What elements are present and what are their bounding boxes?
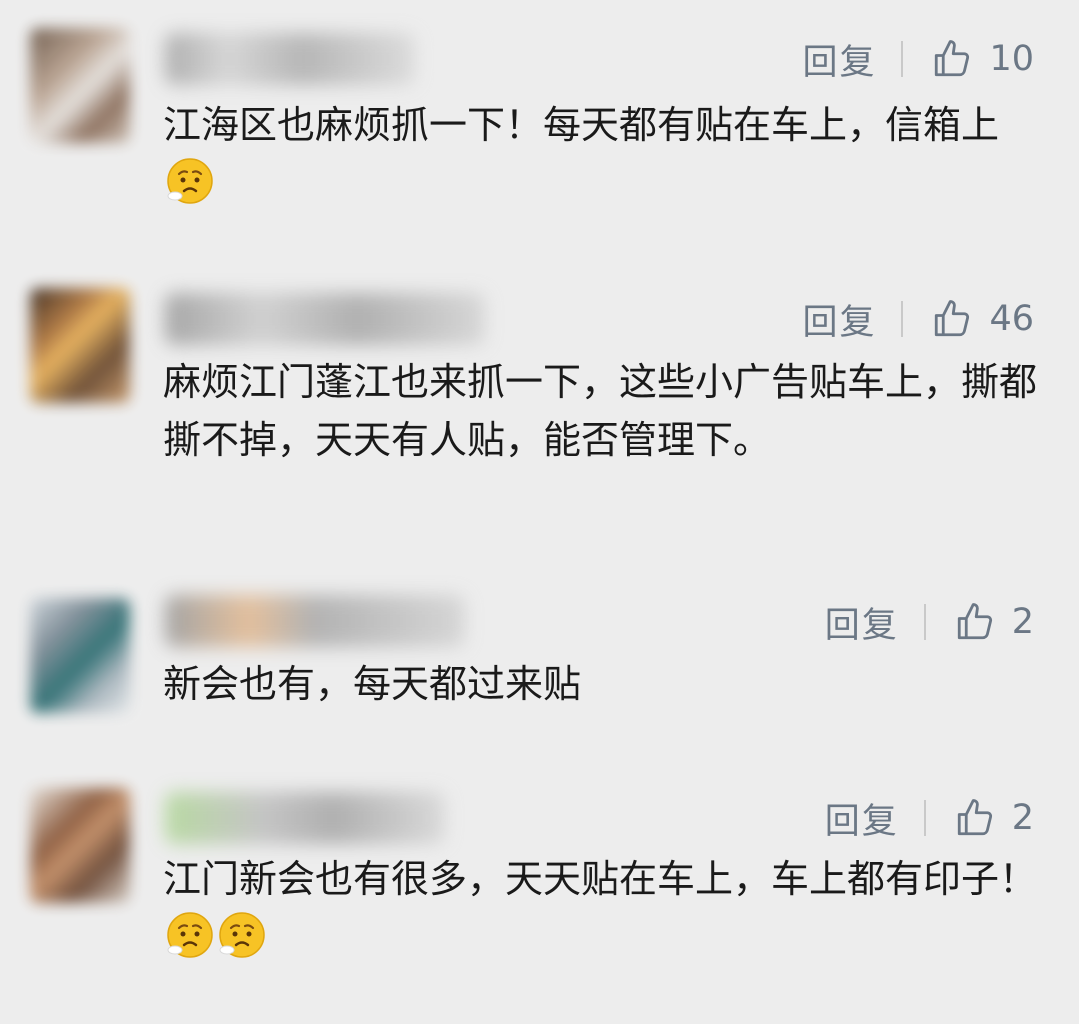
avatar[interactable] xyxy=(30,598,130,713)
like-button[interactable]: 10 xyxy=(931,38,1034,80)
worried-face-icon xyxy=(217,910,267,960)
comment-actions: 回复 10 xyxy=(802,34,1034,84)
comment-actions: 回复 2 xyxy=(825,793,1034,843)
like-count: 10 xyxy=(989,39,1034,79)
comment-text-content: 麻烦江门蓬江也来抓一下，这些小广告贴车上，撕都撕不掉，天天有人贴，能否管理下。 xyxy=(163,360,1038,462)
worried-face-icon xyxy=(165,156,215,206)
action-divider xyxy=(901,301,904,337)
action-divider xyxy=(923,800,926,836)
like-button[interactable]: 46 xyxy=(931,298,1034,340)
comment-item: 回复 10 江海区也麻烦抓一下！每天都有贴在车上，信箱上 xyxy=(0,0,1079,250)
reply-button[interactable]: 回复 xyxy=(825,793,899,844)
avatar[interactable] xyxy=(30,288,130,403)
like-button[interactable]: 2 xyxy=(954,601,1034,643)
comment-item: 回复 2 新会也有，每天都过来贴 xyxy=(0,570,1079,760)
avatar[interactable] xyxy=(30,28,130,143)
username-blurred[interactable] xyxy=(165,792,445,844)
reply-button[interactable]: 回复 xyxy=(802,34,876,85)
username-blurred[interactable] xyxy=(165,595,465,647)
reply-button[interactable]: 回复 xyxy=(825,597,899,648)
like-count: 46 xyxy=(989,299,1034,339)
username-blurred[interactable] xyxy=(165,293,485,345)
comment-text-content: 江海区也麻烦抓一下！每天都有贴在车上，信箱上 xyxy=(163,103,1000,147)
thumbs-up-icon xyxy=(931,38,973,80)
reply-button[interactable]: 回复 xyxy=(802,294,876,345)
comment-actions: 回复 2 xyxy=(825,597,1034,647)
action-divider xyxy=(923,604,926,640)
comment-text: 新会也有，每天都过来贴 xyxy=(163,655,1043,713)
comment-text-content: 江门新会也有很多，天天贴在车上，车上都有印子！ xyxy=(163,857,1038,901)
username-blurred[interactable] xyxy=(165,33,415,85)
like-count: 2 xyxy=(1011,798,1034,838)
avatar[interactable] xyxy=(30,788,130,903)
comment-actions: 回复 46 xyxy=(802,294,1034,344)
thumbs-up-icon xyxy=(931,298,973,340)
like-button[interactable]: 2 xyxy=(954,797,1034,839)
like-count: 2 xyxy=(1011,602,1034,642)
comment-item: 回复 46 麻烦江门蓬江也来抓一下，这些小广告贴车上，撕都撕不掉，天天有人贴，能… xyxy=(0,250,1079,570)
comment-text: 麻烦江门蓬江也来抓一下，这些小广告贴车上，撕都撕不掉，天天有人贴，能否管理下。 xyxy=(163,353,1043,469)
worried-face-icon xyxy=(165,910,215,960)
comment-text: 江门新会也有很多，天天贴在车上，车上都有印子！ xyxy=(163,850,1043,966)
thumbs-up-icon xyxy=(954,797,996,839)
thumbs-up-icon xyxy=(954,601,996,643)
comment-text-content: 新会也有，每天都过来贴 xyxy=(163,662,582,706)
comment-text: 江海区也麻烦抓一下！每天都有贴在车上，信箱上 xyxy=(163,96,1043,212)
action-divider xyxy=(901,41,904,77)
comment-item: 回复 2 江门新会也有很多，天天贴在车上，车上都有印子！ xyxy=(0,770,1079,1024)
